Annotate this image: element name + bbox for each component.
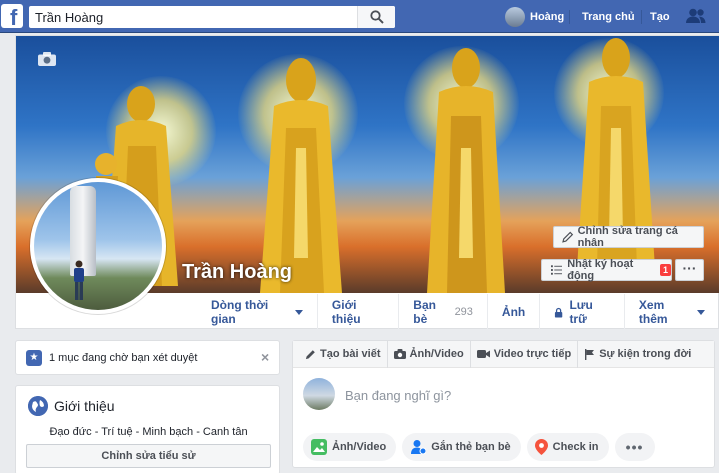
pencil-icon: [562, 231, 574, 243]
composer-actions: Ảnh/Video Gắn thẻ bạn bè Check in •••: [303, 433, 655, 461]
close-icon[interactable]: ×: [261, 349, 269, 365]
action-label: Gắn thẻ bạn bè: [431, 441, 511, 453]
composer-input[interactable]: Bạn đang nghĩ gì?: [345, 388, 451, 403]
composer-tab-label: Video trực tiếp: [493, 348, 572, 360]
edit-profile-button[interactable]: Chỉnh sửa trang cá nhân: [553, 225, 704, 249]
intro-title: Giới thiệu: [54, 398, 115, 414]
edit-bio-button[interactable]: Chỉnh sửa tiểu sử: [26, 444, 271, 468]
video-camera-icon: [476, 350, 490, 358]
nav-user-name: Hoàng: [530, 11, 565, 23]
tab-archive[interactable]: Lưu trữ: [539, 294, 624, 330]
composer-more-button[interactable]: •••: [614, 433, 655, 461]
composer-tab-photo-video[interactable]: Ảnh/Video: [388, 340, 471, 368]
pencil-icon: [305, 349, 315, 359]
tab-timeline-label: Dòng thời gian: [211, 298, 269, 326]
composer-tabs: Tạo bài viết Ảnh/Video Video trực tiếp S…: [293, 340, 714, 368]
tab-photos[interactable]: Ảnh: [486, 294, 539, 330]
edit-profile-label: Chỉnh sửa trang cá nhân: [577, 225, 678, 249]
profile-picture[interactable]: [30, 178, 166, 314]
tab-friends-label: Bạn bè: [413, 298, 436, 326]
tab-about[interactable]: Giới thiệu: [316, 294, 398, 330]
tab-timeline[interactable]: Dòng thời gian: [197, 294, 317, 330]
facebook-logo[interactable]: f: [1, 4, 23, 30]
composer-tab-label: Ảnh/Video: [409, 348, 464, 360]
nav-divider: [641, 10, 642, 24]
globe-icon: [28, 396, 48, 416]
tab-more[interactable]: Xem thêm: [623, 294, 719, 330]
composer-tab-label: Tạo bài viết: [320, 348, 381, 360]
tag-friends-button[interactable]: Gắn thẻ bạn bè: [402, 433, 521, 461]
tab-friends[interactable]: Bạn bè 293: [398, 294, 487, 330]
camera-icon: [393, 349, 406, 359]
lock-icon: [555, 307, 563, 318]
post-composer: Tạo bài viết Ảnh/Video Video trực tiếp S…: [292, 340, 715, 468]
composer-tab-create-post[interactable]: Tạo bài viết: [299, 340, 388, 368]
list-icon: [551, 265, 563, 275]
pending-review-text: 1 mục đang chờ bạn xét duyệt: [49, 352, 198, 364]
tab-archive-label: Lưu trữ: [569, 298, 593, 326]
nav-home-link[interactable]: Trang chủ: [582, 11, 635, 23]
nav-create-link[interactable]: Tạo: [650, 11, 670, 23]
search-box: [29, 6, 395, 28]
photo-icon: [311, 439, 327, 455]
action-label: Check in: [552, 441, 599, 453]
nav-profile-link[interactable]: Hoàng: [505, 6, 564, 28]
friends-count: 293: [454, 306, 473, 318]
profile-name: Trần Hoàng: [182, 261, 293, 283]
composer-tab-label: Sự kiện trong đời: [599, 348, 692, 360]
caret-down-icon: [294, 309, 303, 315]
search-button[interactable]: [357, 6, 395, 28]
caret-down-icon: [697, 309, 705, 315]
star-icon: ★: [26, 350, 42, 366]
intro-card: Giới thiệu Đạo đức - Trí tuệ - Minh bạch…: [15, 385, 280, 473]
pending-review-notice[interactable]: ★ 1 mục đang chờ bạn xét duyệt ×: [15, 340, 280, 375]
location-pin-icon: [534, 439, 548, 455]
top-navigation-bar: f Hoàng Trang chủ Tạo: [0, 0, 719, 33]
search-input[interactable]: [35, 8, 355, 26]
action-label: Ảnh/Video: [332, 441, 387, 453]
profile-tabs: Dòng thời gian Giới thiệu Bạn bè 293 Ảnh …: [197, 294, 719, 330]
check-in-button[interactable]: Check in: [526, 433, 609, 461]
tag-people-icon: [411, 440, 427, 455]
facebook-logo-letter: f: [10, 5, 18, 30]
search-icon: [370, 10, 384, 24]
intro-bio: Đạo đức - Trí tuệ - Minh bạch - Canh tân: [49, 426, 248, 438]
tab-photos-label: Ảnh: [501, 305, 526, 319]
nav-avatar: [505, 7, 525, 27]
flag-icon: [585, 348, 595, 360]
profile-more-button[interactable]: ···: [675, 259, 704, 281]
tab-about-label: Giới thiệu: [331, 298, 361, 326]
tab-more-label: Xem thêm: [638, 298, 668, 326]
activity-log-button[interactable]: Nhật ký hoạt động 1: [541, 258, 672, 282]
composer-avatar: [303, 378, 335, 410]
activity-log-badge: 1: [659, 264, 671, 276]
composer-tab-live-video[interactable]: Video trực tiếp: [471, 340, 579, 368]
composer-tab-life-event[interactable]: Sự kiện trong đời: [578, 341, 697, 368]
add-photo-video-button[interactable]: Ảnh/Video: [303, 433, 397, 461]
friend-requests-icon[interactable]: [685, 8, 707, 24]
camera-icon[interactable]: [38, 52, 56, 66]
nav-divider: [569, 10, 570, 24]
activity-log-label: Nhật ký hoạt động: [567, 258, 634, 282]
